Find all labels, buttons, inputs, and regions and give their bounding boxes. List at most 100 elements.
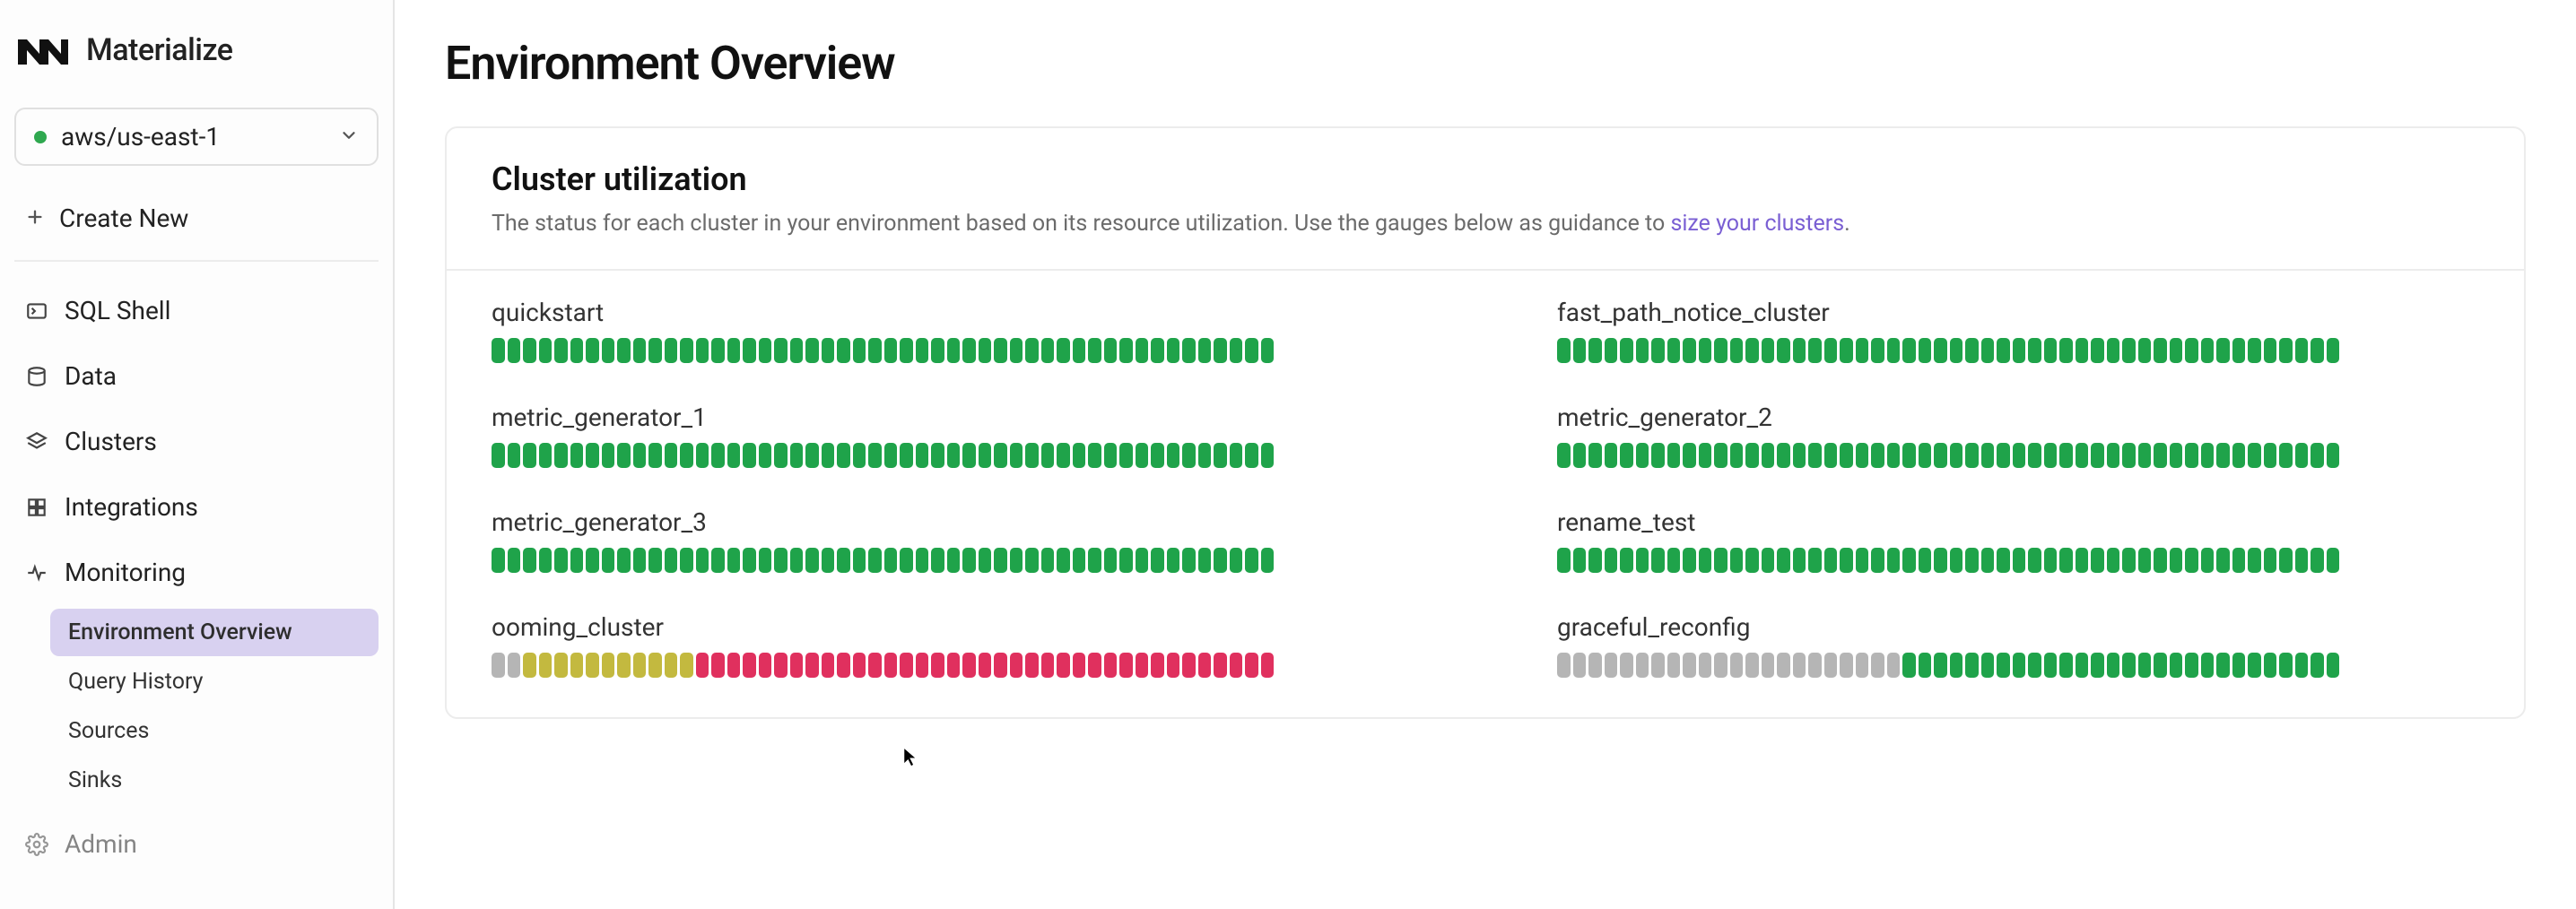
cluster-name: metric_generator_1 (492, 403, 1414, 432)
gauge-segment (1699, 548, 1712, 573)
gauge-segment (774, 443, 788, 468)
nav-item-sql-shell[interactable]: SQL Shell (14, 280, 379, 342)
gauge-segment (1871, 338, 1884, 363)
gauge-segment (1088, 653, 1101, 678)
utilization-gauge (492, 548, 1414, 573)
gauge-segment (1934, 548, 1947, 573)
gauge-segment (523, 548, 536, 573)
materialize-logo-icon (14, 34, 70, 66)
nav-item-data[interactable]: Data (14, 345, 379, 407)
gauge-segment (1636, 443, 1649, 468)
gauge-segment (2107, 443, 2120, 468)
gauge-segment (602, 443, 615, 468)
region-selector[interactable]: aws/us-east-1 (14, 108, 379, 166)
cluster-name: ooming_cluster (492, 612, 1414, 642)
gauge-segment (1699, 653, 1712, 678)
gauge-segment (1261, 338, 1275, 363)
cluster-row[interactable]: fast_path_notice_cluster (1557, 298, 2479, 363)
gauge-segment (853, 443, 866, 468)
gauge-segment (2059, 443, 2073, 468)
nav-item-admin[interactable]: Admin (14, 808, 379, 875)
gauge-segment (2295, 653, 2309, 678)
gauge-segment (523, 443, 536, 468)
gauge-segment (1041, 653, 1055, 678)
brand-name: Materialize (86, 32, 233, 68)
gauge-segment (539, 443, 553, 468)
gauge-segment (696, 338, 709, 363)
gauge-segment (1730, 338, 1744, 363)
cluster-row[interactable]: metric_generator_3 (492, 507, 1414, 573)
gauge-segment (2232, 338, 2246, 363)
gauge-segment (1808, 653, 1822, 678)
divider (447, 269, 2524, 271)
gauge-segment (868, 548, 882, 573)
gauge-segment (1950, 653, 1963, 678)
gauge-segment (1762, 443, 1775, 468)
cluster-row[interactable]: quickstart (492, 298, 1414, 363)
cluster-row[interactable]: metric_generator_2 (1557, 403, 2479, 468)
gauge-segment (1104, 443, 1118, 468)
gauge-segment (1950, 443, 1963, 468)
gauge-segment (947, 548, 961, 573)
gauge-segment (1856, 653, 1869, 678)
gauge-segment (1214, 443, 1227, 468)
subnav-item-sources[interactable]: Sources (50, 707, 379, 755)
cluster-row[interactable]: ooming_cluster (492, 612, 1414, 678)
gauge-segment (2232, 548, 2246, 573)
gauge-segment (1919, 653, 1932, 678)
gauge-segment (1245, 548, 1258, 573)
size-clusters-link[interactable]: size your clusters (1670, 211, 1844, 237)
gauge-segment (805, 653, 819, 678)
subnav-item-query-history[interactable]: Query History (50, 658, 379, 706)
gauge-segment (696, 548, 709, 573)
create-new-button[interactable]: Create New (14, 187, 379, 262)
gauge-segment (1010, 548, 1023, 573)
gauge-segment (570, 338, 584, 363)
gauge-segment (1182, 548, 1196, 573)
gauge-segment (2107, 548, 2120, 573)
gauge-segment (994, 443, 1007, 468)
gauge-segment (1683, 338, 1696, 363)
gauge-segment (1261, 443, 1275, 468)
utilization-gauge (1557, 338, 2479, 363)
gauge-segment (979, 548, 992, 573)
gauge-segment (1762, 548, 1775, 573)
subnav-item-sinks[interactable]: Sinks (50, 757, 379, 804)
cluster-name: fast_path_notice_cluster (1557, 298, 2479, 327)
subnav-item-environment-overview[interactable]: Environment Overview (50, 609, 379, 656)
gauge-segment (805, 443, 819, 468)
gauge-segment (1887, 548, 1901, 573)
page-title: Environment Overview (445, 36, 2526, 91)
gauge-segment (2248, 338, 2261, 363)
gauge-segment (1651, 548, 1665, 573)
gauge-segment (648, 653, 662, 678)
gauge-segment (2279, 443, 2293, 468)
gauge-segment (2013, 338, 2026, 363)
gauge-segment (1762, 653, 1775, 678)
nav-item-clusters[interactable]: Clusters (14, 411, 379, 472)
cluster-row[interactable]: rename_test (1557, 507, 2479, 573)
sidebar: Materialize aws/us-east-1 Create New SQL (0, 0, 395, 909)
cluster-row[interactable]: graceful_reconfig (1557, 612, 2479, 678)
gauge-segment (1088, 443, 1101, 468)
gauge-segment (774, 338, 788, 363)
gauge-segment (1981, 443, 1995, 468)
cluster-row[interactable]: metric_generator_1 (492, 403, 1414, 468)
gauge-segment (1667, 653, 1681, 678)
nav-item-monitoring[interactable]: Monitoring (14, 541, 379, 603)
gauge-segment (2028, 548, 2041, 573)
gauge-segment (680, 548, 693, 573)
gauge-segment (2232, 653, 2246, 678)
gauge-segment (554, 548, 568, 573)
gauge-segment (539, 338, 553, 363)
nav-item-integrations[interactable]: Integrations (14, 476, 379, 538)
gauge-segment (665, 338, 678, 363)
gauge-segment (759, 443, 772, 468)
gauge-segment (508, 338, 521, 363)
gauge-segment (1588, 548, 1602, 573)
gauge-segment (1997, 548, 2010, 573)
gauge-segment (1119, 548, 1133, 573)
gauge-segment (1573, 653, 1587, 678)
gauge-segment (1714, 338, 1727, 363)
gauge-segment (586, 443, 599, 468)
